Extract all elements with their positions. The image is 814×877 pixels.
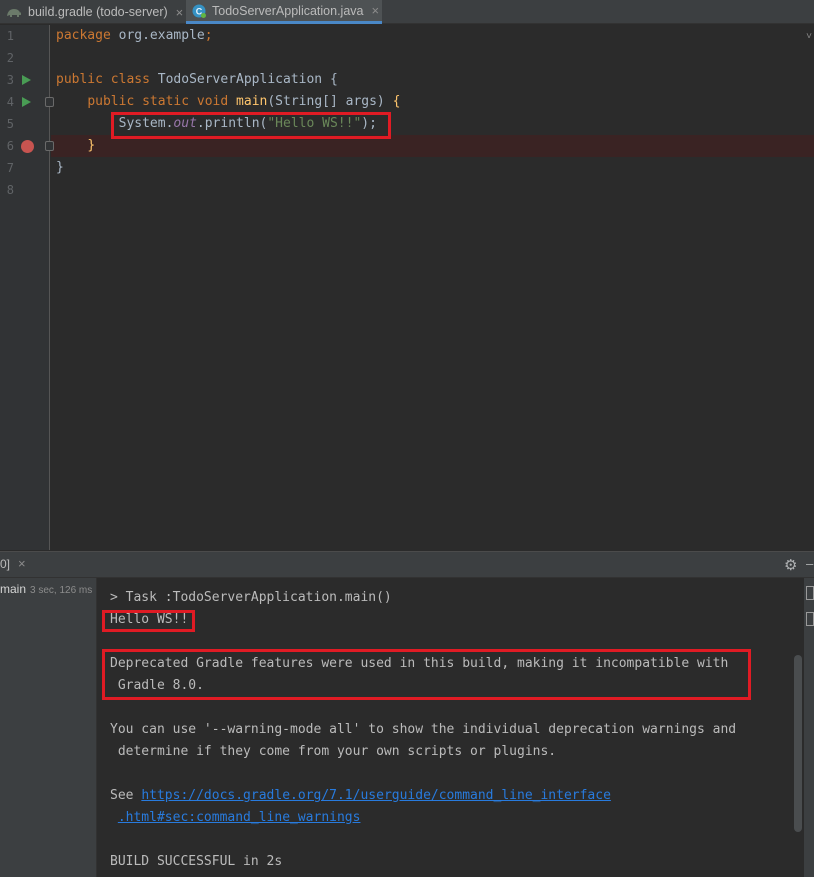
close-icon[interactable]: × [371,3,379,18]
console-toolbar [804,578,814,877]
keyword: void [196,94,229,109]
console-line: > Task :TodoServerApplication.main() [110,590,392,605]
chevron-down-icon[interactable]: ˅ [806,31,812,42]
run-tab-label[interactable]: 0] [0,557,10,571]
keyword: class [110,72,150,87]
gradle-elephant-icon [7,9,21,17]
java-class-icon: C [192,4,206,18]
close-icon[interactable]: × [18,556,26,571]
minimize-icon[interactable]: – [806,556,813,571]
console-line: determine if they come from your own scr… [110,744,557,759]
tab-label: TodoServerApplication.java [212,3,364,18]
code-line-4: public static void main(String[] args) { [56,91,400,113]
console-line: .html#sec:command_line_warnings [110,810,361,825]
keyword: public [87,94,135,109]
code-line-7: } [56,157,64,179]
identifier: org.example [110,28,205,43]
see-prefix: See [110,788,142,803]
brace: } [56,160,64,175]
breakpoint-icon[interactable] [21,140,34,153]
code-line-6: } [56,135,95,157]
keyword: package [56,28,111,43]
line-number: 7 [6,161,14,175]
line-number: 5 [6,117,14,131]
fold-icon[interactable] [45,141,54,151]
line-number: 8 [6,183,14,197]
run-main-icon[interactable] [22,97,31,107]
brace: } [87,138,96,153]
tree-item-label: main [0,582,27,596]
fold-icon[interactable] [45,97,54,107]
run-tree: main 3 sec, 126 ms [0,578,97,877]
highlight-box [102,649,751,700]
close-icon[interactable]: × [176,5,184,20]
identifier: (String[] args) [267,94,393,109]
console-output[interactable]: > Task :TodoServerApplication.main() Hel… [98,578,804,877]
tab-build-gradle[interactable]: build.gradle (todo-server) × [0,0,186,24]
line-number: 4 [6,95,14,109]
method-name: main [236,94,268,109]
tab-label: build.gradle (todo-server) [28,5,168,19]
punct: ; [204,28,213,43]
tab-todo-server-application[interactable]: C TodoServerApplication.java × [186,0,382,24]
link-indent [110,810,118,825]
keyword: static [142,94,190,109]
keyword: public [56,72,103,87]
docs-link[interactable]: .html#sec:command_line_warnings [118,810,361,825]
line-number: 2 [6,51,14,65]
highlight-box [102,610,195,632]
line-number: 3 [6,73,14,87]
line-number: 1 [6,29,14,43]
identifier: TodoServerApplication { [149,72,338,87]
wrap-icon[interactable] [806,586,814,600]
console-line: See https://docs.gradle.org/7.1/userguid… [110,788,611,803]
code-line-3: public class TodoServerApplication { [56,69,338,91]
editor-tab-bar: build.gradle (todo-server) × C TodoServe… [0,0,814,24]
highlight-box [111,112,391,139]
console-line: BUILD SUCCESSFUL in 2s [110,854,283,869]
scroll-end-icon[interactable] [806,612,814,626]
editor-gutter[interactable]: 1 2 3 4 5 6 7 8 [0,25,54,550]
code-editor[interactable]: 1 2 3 4 5 6 7 8 package org.example; pub… [0,25,814,550]
brace: { [392,94,401,109]
run-class-icon[interactable] [22,75,31,85]
run-tree-item-main[interactable]: main 3 sec, 126 ms [0,582,92,596]
gear-icon[interactable]: ⚙ [784,556,797,574]
line-number: 6 [6,139,14,153]
tree-item-time: 3 sec, 126 ms [30,585,93,596]
run-panel-header: 0] × ⚙ – [0,551,814,578]
docs-link[interactable]: https://docs.gradle.org/7.1/userguide/co… [141,788,611,803]
console-scrollbar[interactable] [794,655,802,832]
code-line-1: package org.example; [56,25,213,47]
console-line: You can use '--warning-mode all' to show… [110,722,737,737]
